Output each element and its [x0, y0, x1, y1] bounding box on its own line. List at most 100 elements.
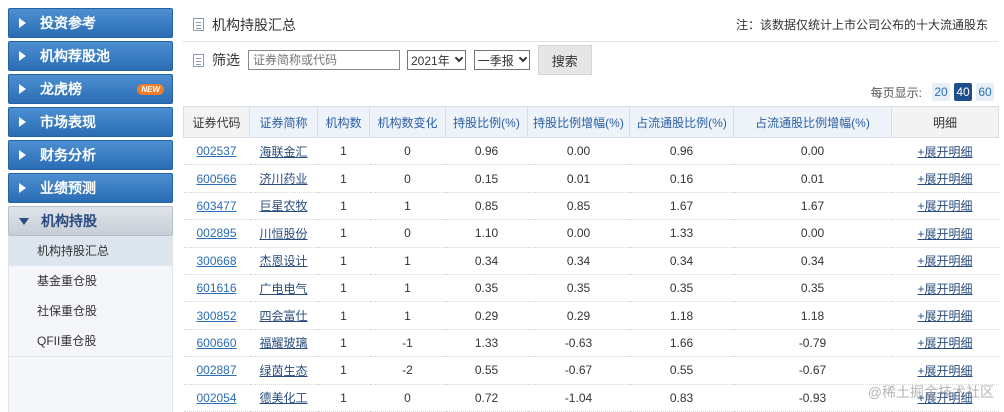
- stock-code-link[interactable]: 002537: [196, 144, 236, 158]
- column-header-inst-count[interactable]: 机构数: [317, 106, 370, 138]
- expand-detail-link[interactable]: +展开明细: [917, 282, 972, 296]
- column-header-name[interactable]: 证券简称: [249, 106, 318, 138]
- inst-count-cell: 1: [317, 247, 370, 275]
- float-ratio-cell: 0.16: [629, 164, 734, 193]
- table-row: 300668 杰恩设计 1 1 0.34 0.34 0.34 0.34 +展开明细: [183, 247, 999, 275]
- float-ratio-inc-cell: 0.35: [733, 274, 892, 303]
- sub-nav-item-holdings-summary[interactable]: 机构持股汇总: [9, 236, 172, 266]
- stock-code-link[interactable]: 600660: [196, 336, 236, 350]
- per-page-option-40[interactable]: 40: [954, 83, 972, 101]
- column-header-hold-ratio-inc[interactable]: 持股比例增幅(%): [527, 106, 630, 138]
- table-row: 002887 绿茵生态 1 -2 0.55 -0.67 0.55 -0.67 +展开明细: [183, 356, 999, 385]
- stock-code-link[interactable]: 603477: [196, 199, 236, 213]
- search-button[interactable]: 搜索: [537, 45, 592, 75]
- expand-detail-link[interactable]: +展开明细: [917, 254, 972, 268]
- detail-cell: +展开明细: [891, 164, 999, 193]
- stock-name-link[interactable]: 绿茵生态: [259, 364, 307, 378]
- expand-detail-link[interactable]: +展开明细: [917, 172, 972, 186]
- stock-code-link[interactable]: 002895: [196, 226, 236, 240]
- nav-item-financial-analysis[interactable]: 财务分析: [8, 140, 173, 170]
- detail-cell: +展开明细: [891, 137, 999, 166]
- year-select[interactable]: 2021年: [407, 50, 466, 70]
- float-ratio-inc-cell: 1.18: [733, 301, 892, 330]
- nav-item-market-performance[interactable]: 市场表现: [8, 107, 173, 137]
- triangle-right-icon: [19, 18, 26, 28]
- title-left: 机构持股汇总: [183, 15, 296, 35]
- detail-cell: +展开明细: [891, 356, 999, 385]
- stock-name-cell: 巨星农牧: [249, 192, 318, 221]
- page-title: 机构持股汇总: [212, 16, 296, 33]
- per-page-selector: 每页显示: 20 40 60: [183, 78, 998, 106]
- stock-name-link[interactable]: 川恒股份: [259, 227, 307, 241]
- main-content: 机构持股汇总 注：该数据仅统计上市公司公布的十大流通股东 筛选 2021年 一季…: [183, 8, 999, 412]
- triangle-right-icon: [19, 150, 26, 160]
- data-note: 注：该数据仅统计上市公司公布的十大流通股东: [735, 18, 988, 32]
- hold-ratio-inc-cell: -0.63: [527, 329, 630, 358]
- stock-name-link[interactable]: 四会富仕: [259, 309, 307, 323]
- hold-ratio-inc-cell: 0.00: [527, 137, 630, 166]
- hold-ratio-cell: 0.29: [445, 301, 528, 330]
- inst-change-cell: 1: [369, 192, 446, 221]
- float-ratio-inc-cell: 0.01: [733, 164, 892, 193]
- expand-detail-link[interactable]: +展开明细: [917, 199, 972, 213]
- nav-item-recommended-stocks[interactable]: 机构荐股池: [8, 41, 173, 71]
- column-header-code[interactable]: 证券代码: [183, 106, 250, 138]
- stock-code-cell: 300668: [183, 247, 250, 275]
- stock-name-link[interactable]: 巨星农牧: [259, 199, 307, 213]
- nav-item-investment-reference[interactable]: 投资参考: [8, 8, 173, 38]
- sub-nav-item-qfii-holdings[interactable]: QFII重仓股: [9, 326, 172, 356]
- inst-count-cell: 1: [317, 274, 370, 303]
- stock-name-cell: 德美化工: [249, 384, 318, 412]
- table-header-row: 证券代码 证券简称 机构数 机构数变化 持股比例(%) 持股比例增幅(%) 占流…: [183, 106, 999, 138]
- column-header-hold-ratio[interactable]: 持股比例(%): [445, 106, 528, 138]
- page: 投资参考 机构荐股池 龙虎榜 NEW 市场表现 财务分析 业绩预测 机构持股 机: [0, 0, 1004, 412]
- stock-name-cell: 川恒股份: [249, 219, 318, 248]
- expand-detail-link[interactable]: +展开明细: [917, 364, 972, 378]
- stock-code-link[interactable]: 002887: [196, 363, 236, 377]
- float-ratio-cell: 1.33: [629, 219, 734, 248]
- per-page-option-60[interactable]: 60: [976, 83, 994, 101]
- stock-name-link[interactable]: 海联金汇: [259, 145, 307, 159]
- search-input[interactable]: [248, 50, 400, 70]
- stock-name-link[interactable]: 福耀玻璃: [259, 336, 307, 350]
- nav-item-label: 龙虎榜: [40, 81, 82, 97]
- stock-name-link[interactable]: 德美化工: [259, 391, 307, 405]
- stock-code-link[interactable]: 300668: [196, 254, 236, 268]
- stock-code-cell: 600660: [183, 329, 250, 358]
- stock-name-link[interactable]: 广电电气: [259, 282, 307, 296]
- stock-name-link[interactable]: 杰恩设计: [259, 254, 307, 268]
- nav-item-label: 业绩预测: [40, 180, 96, 196]
- stock-code-link[interactable]: 300852: [196, 309, 236, 323]
- float-ratio-inc-cell: 0.00: [733, 219, 892, 248]
- stock-name-cell: 四会富仕: [249, 301, 318, 330]
- column-header-inst-change[interactable]: 机构数变化: [369, 106, 446, 138]
- column-header-float-ratio[interactable]: 占流通股比例(%): [629, 106, 734, 138]
- expand-detail-link[interactable]: +展开明细: [917, 227, 972, 241]
- nav-item-earnings-forecast[interactable]: 业绩预测: [8, 173, 173, 203]
- detail-cell: +展开明细: [891, 192, 999, 221]
- sub-nav-item-fund-holdings[interactable]: 基金重仓股: [9, 266, 172, 296]
- stock-name-link[interactable]: 济川药业: [259, 172, 307, 186]
- nav-item-institutional-holdings[interactable]: 机构持股: [8, 206, 173, 236]
- float-ratio-cell: 0.34: [629, 247, 734, 275]
- expand-detail-link[interactable]: +展开明细: [917, 309, 972, 323]
- quarter-select-value: 一季报: [477, 53, 514, 68]
- sidebar-filler: [8, 357, 173, 412]
- expand-detail-link[interactable]: +展开明细: [917, 336, 972, 350]
- sidebar: 投资参考 机构荐股池 龙虎榜 NEW 市场表现 财务分析 业绩预测 机构持股 机: [8, 8, 173, 412]
- nav-item-dragon-tiger-list[interactable]: 龙虎榜 NEW: [8, 74, 173, 104]
- sub-nav-item-social-security-holdings[interactable]: 社保重仓股: [9, 296, 172, 326]
- stock-code-link[interactable]: 002054: [196, 391, 236, 405]
- column-header-detail: 明细: [891, 106, 999, 138]
- column-header-float-ratio-inc[interactable]: 占流通股比例增幅(%): [733, 106, 892, 138]
- hold-ratio-cell: 1.10: [445, 219, 528, 248]
- quarter-select[interactable]: 一季报: [473, 50, 530, 70]
- expand-detail-link[interactable]: +展开明细: [917, 145, 972, 159]
- stock-code-link[interactable]: 601616: [196, 281, 236, 295]
- per-page-option-20[interactable]: 20: [932, 83, 950, 101]
- holdings-table: 证券代码 证券简称 机构数 机构数变化 持股比例(%) 持股比例增幅(%) 占流…: [183, 106, 999, 412]
- stock-code-link[interactable]: 600566: [196, 172, 236, 186]
- hold-ratio-inc-cell: 0.01: [527, 164, 630, 193]
- per-page-label: 每页显示:: [870, 85, 922, 100]
- inst-change-cell: 1: [369, 301, 446, 330]
